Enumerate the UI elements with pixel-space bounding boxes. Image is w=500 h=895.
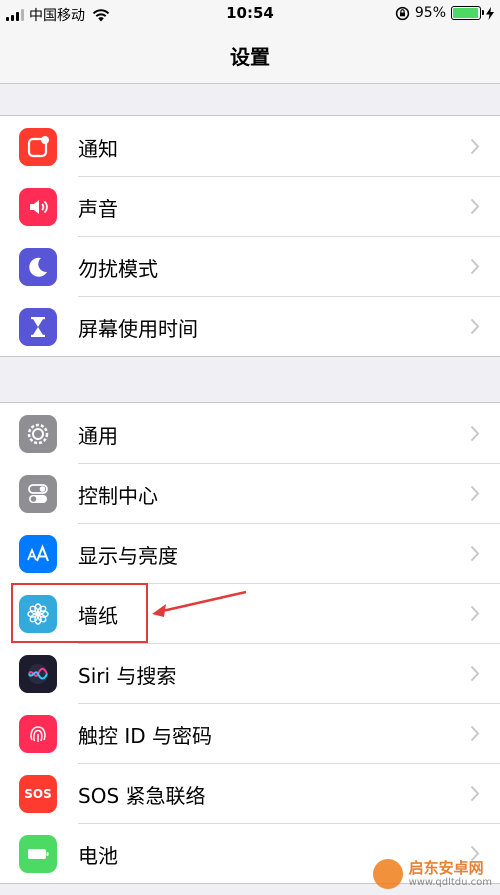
rotation-lock-icon	[395, 6, 410, 20]
chevron-right-icon	[470, 725, 480, 742]
chevron-right-icon	[470, 485, 480, 502]
settings-row-label: 触控 ID 与密码	[78, 724, 213, 748]
settings-row-label: 显示与亮度	[78, 544, 178, 568]
battery-icon	[19, 835, 57, 873]
moon-icon	[19, 248, 57, 286]
settings-row-label: 声音	[78, 197, 118, 221]
settings-group-1: 通知 声音 勿扰模式 屏幕使用时间	[0, 115, 500, 357]
chevron-right-icon	[470, 605, 480, 622]
settings-row-control-center[interactable]: 控制中心	[0, 463, 500, 523]
settings-row-label: 通知	[78, 137, 118, 161]
chevron-right-icon	[470, 545, 480, 562]
watermark: 启东安卓网 www.qdltdu.com	[372, 859, 492, 889]
watermark-logo-icon	[372, 859, 403, 889]
battery-percent: 95%	[414, 5, 446, 21]
chevron-right-icon	[470, 665, 480, 682]
status-right: 95%	[395, 5, 494, 21]
settings-row-sounds[interactable]: 声音	[0, 176, 500, 236]
annotation-arrow-icon	[152, 590, 247, 617]
watermark-url: www.qdltdu.com	[408, 876, 492, 888]
settings-group-2: 通用 控制中心 显示与亮度 墙纸 Siri 与搜索 触控 ID 与密码 SOS …	[0, 402, 500, 884]
sos-icon-text: SOS	[24, 787, 52, 801]
settings-row-emergency-sos[interactable]: SOS SOS 紧急联络	[0, 763, 500, 823]
settings-row-label: SOS 紧急联络	[78, 784, 206, 808]
chevron-right-icon	[470, 785, 480, 802]
chevron-right-icon	[470, 425, 480, 442]
toggles-icon	[19, 475, 57, 513]
settings-row-label: Siri 与搜索	[78, 664, 177, 688]
battery-indicator	[451, 6, 484, 20]
chevron-right-icon	[470, 138, 480, 155]
charging-bolt-icon	[486, 6, 494, 20]
notifications-icon	[19, 128, 57, 166]
watermark-name: 启东安卓网	[408, 859, 484, 878]
settings-row-display[interactable]: 显示与亮度	[0, 523, 500, 583]
settings-row-do-not-disturb[interactable]: 勿扰模式	[0, 236, 500, 296]
navigation-bar: 设置	[0, 28, 500, 84]
settings-row-label: 控制中心	[78, 484, 158, 508]
gear-icon	[19, 415, 57, 453]
hourglass-icon	[19, 308, 57, 346]
sos-icon: SOS	[19, 775, 57, 813]
chevron-right-icon	[470, 198, 480, 215]
settings-row-touch-id[interactable]: 触控 ID 与密码	[0, 703, 500, 763]
highlight-box	[11, 583, 148, 643]
status-bar: 中国移动 10:54 95%	[0, 0, 500, 28]
settings-row-screen-time[interactable]: 屏幕使用时间	[0, 296, 500, 356]
settings-row-siri-search[interactable]: Siri 与搜索	[0, 643, 500, 703]
fingerprint-icon	[19, 715, 57, 753]
text-size-icon	[19, 535, 57, 573]
settings-row-label: 勿扰模式	[78, 257, 158, 281]
siri-icon	[19, 655, 57, 693]
settings-row-label: 屏幕使用时间	[78, 317, 198, 341]
settings-row-notifications[interactable]: 通知	[0, 116, 500, 176]
sounds-icon	[19, 188, 57, 226]
settings-row-label: 通用	[78, 424, 118, 448]
settings-row-general[interactable]: 通用	[0, 403, 500, 463]
page-title: 设置	[230, 45, 270, 69]
chevron-right-icon	[470, 258, 480, 275]
settings-row-label: 电池	[78, 844, 118, 868]
chevron-right-icon	[470, 318, 480, 335]
